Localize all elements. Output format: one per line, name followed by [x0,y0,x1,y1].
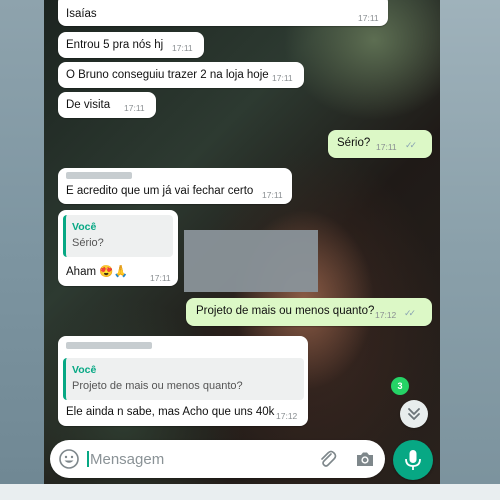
unread-count-badge: 3 [391,377,409,395]
quoted-text: Projeto de mais ou menos quanto? [72,380,243,392]
left-background [0,0,44,500]
quoted-message[interactable]: Você Projeto de mais ou menos quanto? [63,358,304,400]
message-text: E acredito que um já vai fechar certo [66,185,254,197]
paperclip-icon[interactable] [316,448,338,470]
message-text: Entrou 5 pra nós hj [66,39,164,51]
message-text: O Bruno conseguiu trazer 2 na loja hoje [66,69,269,81]
message-time: 17:12 [276,411,298,421]
mic-button[interactable] [393,440,433,480]
message-time: 17:11 [150,273,171,283]
message-time: 17:11 [262,190,283,200]
message-text: Projeto de mais ou menos quanto? [196,305,375,317]
message-outgoing[interactable]: Projeto de mais ou menos quanto? 17:12 ✓… [186,298,432,326]
message-incoming[interactable]: Isaías 17:11 [58,0,388,26]
camera-icon[interactable] [354,448,376,470]
double-check-icon: ✓✓ [404,308,416,318]
message-time: 17:11 [358,13,379,23]
message-text: Sério? [337,137,371,149]
text-caret [87,451,89,467]
emoji-icon[interactable] [58,448,80,470]
double-check-icon: ✓✓ [405,140,417,150]
quoted-message[interactable]: Você Sério? [63,215,173,257]
scroll-down-button[interactable] [400,400,428,428]
message-incoming[interactable]: Entrou 5 pra nós hj 17:11 [58,32,204,58]
message-text: Isaías [66,8,97,20]
quoted-sender: Você [72,221,97,233]
message-incoming[interactable]: De visita 17:11 [58,92,156,118]
right-background [440,0,500,500]
message-incoming[interactable]: O Bruno conseguiu trazer 2 na loja hoje … [58,62,304,88]
message-composer [50,440,385,478]
message-text: Aham 😍🙏 [66,266,128,278]
message-time: 17:11 [172,43,193,53]
message-text: De visita [66,99,111,111]
quoted-sender: Você [72,364,97,376]
message-time: 17:11 [272,73,293,83]
message-time: 17:11 [124,103,145,113]
bottom-strip [0,484,500,500]
double-chevron-down-icon [408,408,420,420]
message-time: 17:11 [376,142,397,152]
message-time: 17:12 [375,310,397,320]
redacted-area [184,230,318,292]
message-outgoing[interactable]: Sério? 17:11 ✓✓ [328,130,432,158]
microphone-icon [405,450,421,470]
message-incoming-reply[interactable]: Você Projeto de mais ou menos quanto? El… [58,336,308,426]
message-text: Ele ainda n sabe, mas Acho que uns 40k [66,406,275,418]
chat-area[interactable]: Isaías 17:11 Entrou 5 pra nós hj 17:11 O… [44,0,440,484]
sender-name [66,342,152,349]
message-incoming[interactable]: E acredito que um já vai fechar certo 17… [58,168,292,204]
sender-name [66,172,132,179]
message-input[interactable] [90,448,275,470]
quoted-text: Sério? [72,237,104,249]
message-incoming-reply[interactable]: Você Sério? Aham 😍🙏 17:11 [58,210,178,286]
